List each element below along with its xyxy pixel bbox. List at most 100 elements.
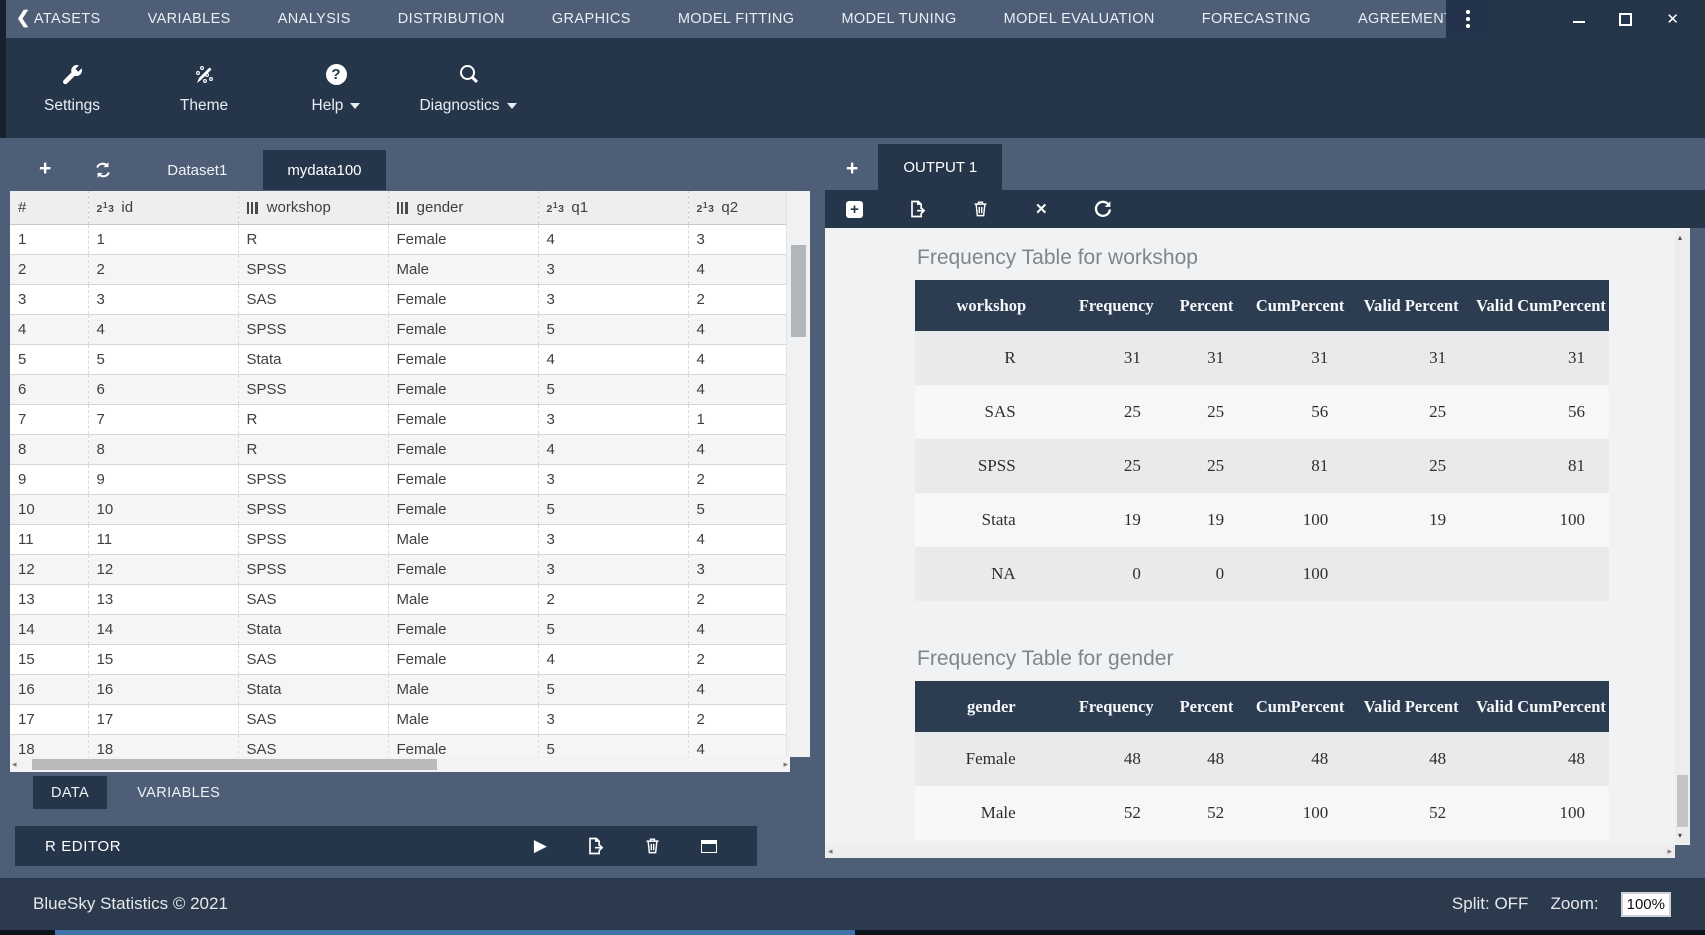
grid-cell[interactable]: 3 [688, 224, 786, 254]
grid-row[interactable]: 77RFemale31 [10, 404, 786, 434]
grid-row[interactable]: 11RFemale43 [10, 224, 786, 254]
delete-output-button[interactable] [971, 199, 991, 219]
grid-row[interactable]: 44SPSSFemale54 [10, 314, 786, 344]
grid-cell[interactable]: 4 [688, 434, 786, 464]
grid-cell[interactable]: 5 [538, 494, 688, 524]
grid-cell[interactable]: Female [388, 434, 538, 464]
menu-item-agreement[interactable]: AGREEMENT [1358, 11, 1453, 27]
grid-cell[interactable]: 1 [10, 224, 88, 254]
grid-cell[interactable]: 4 [688, 374, 786, 404]
close-button[interactable]: ✕ [1666, 12, 1679, 27]
help-button[interactable]: ? Help [270, 45, 402, 131]
grid-cell[interactable]: SPSS [238, 524, 388, 554]
grid-cell[interactable]: 16 [88, 674, 238, 704]
grid-cell[interactable]: 2 [88, 254, 238, 284]
tab-variables[interactable]: VARIABLES [119, 776, 238, 809]
grid-cell[interactable]: 5 [688, 494, 786, 524]
grid-cell[interactable]: Stata [238, 614, 388, 644]
grid-horizontal-scrollbar[interactable]: ◂ ▸ [10, 757, 790, 772]
grid-cell[interactable]: Female [388, 344, 538, 374]
scroll-right-icon[interactable]: ▸ [1667, 847, 1672, 856]
grid-cell[interactable]: 6 [88, 374, 238, 404]
grid-cell[interactable]: 2 [10, 254, 88, 284]
grid-cell[interactable]: 1 [88, 224, 238, 254]
grid-cell[interactable]: SPSS [238, 314, 388, 344]
grid-cell[interactable]: 7 [88, 404, 238, 434]
grid-cell[interactable]: 7 [10, 404, 88, 434]
grid-cell[interactable]: 3 [88, 284, 238, 314]
grid-cell[interactable]: 4 [10, 314, 88, 344]
grid-cell[interactable]: 4 [688, 674, 786, 704]
grid-column-header-q1[interactable]: 213q1 [538, 191, 688, 224]
grid-row[interactable]: 1616StataMale54 [10, 674, 786, 704]
grid-cell[interactable]: Female [388, 614, 538, 644]
grid-cell[interactable]: SAS [238, 284, 388, 314]
grid-cell[interactable]: 2 [538, 584, 688, 614]
grid-cell[interactable]: 2 [688, 284, 786, 314]
grid-cell[interactable]: 14 [10, 614, 88, 644]
grid-cell[interactable]: 4 [688, 314, 786, 344]
grid-cell[interactable]: 5 [538, 734, 688, 757]
scroll-right-icon[interactable]: ▸ [783, 760, 788, 769]
settings-button[interactable]: Settings [6, 45, 138, 131]
scrollbar-thumb[interactable] [1677, 775, 1688, 827]
overflow-menu-button[interactable] [1446, 0, 1490, 38]
close-output-button[interactable]: ✕ [1035, 200, 1048, 218]
grid-cell[interactable]: 4 [688, 524, 786, 554]
grid-cell[interactable]: 3 [688, 554, 786, 584]
grid-cell[interactable]: 4 [538, 224, 688, 254]
grid-cell[interactable]: 8 [10, 434, 88, 464]
grid-cell[interactable]: 9 [10, 464, 88, 494]
add-dataset-button[interactable]: + [39, 160, 51, 178]
grid-cell[interactable]: 13 [10, 584, 88, 614]
grid-cell[interactable]: Female [388, 464, 538, 494]
grid-cell[interactable]: SPSS [238, 374, 388, 404]
grid-row[interactable]: 1111SPSSMale34 [10, 524, 786, 554]
grid-cell[interactable]: 18 [88, 734, 238, 757]
grid-row[interactable]: 55StataFemale44 [10, 344, 786, 374]
grid-cell[interactable]: 5 [538, 374, 688, 404]
grid-row[interactable]: 88RFemale44 [10, 434, 786, 464]
grid-column-header-id[interactable]: 213id [88, 191, 238, 224]
grid-cell[interactable]: SAS [238, 704, 388, 734]
grid-cell[interactable]: 3 [538, 284, 688, 314]
grid-cell[interactable]: 1 [688, 404, 786, 434]
menu-item-variables[interactable]: VARIABLES [148, 11, 231, 27]
grid-cell[interactable]: 2 [688, 464, 786, 494]
grid-cell[interactable]: 18 [10, 734, 88, 757]
grid-cell[interactable]: SPSS [238, 464, 388, 494]
grid-cell[interactable]: 5 [538, 614, 688, 644]
grid-cell[interactable]: 8 [88, 434, 238, 464]
grid-cell[interactable]: SAS [238, 644, 388, 674]
grid-cell[interactable]: SAS [238, 584, 388, 614]
grid-cell[interactable]: 3 [538, 254, 688, 284]
open-window-button[interactable] [701, 840, 717, 853]
menu-item-forecasting[interactable]: FORECASTING [1202, 11, 1311, 27]
grid-cell[interactable]: 17 [10, 704, 88, 734]
grid-cell[interactable]: 5 [538, 674, 688, 704]
grid-cell[interactable]: Male [388, 704, 538, 734]
grid-cell[interactable]: 10 [10, 494, 88, 524]
menu-item-distribution[interactable]: DISTRIBUTION [398, 11, 505, 27]
grid-cell[interactable]: Male [388, 674, 538, 704]
grid-cell[interactable]: 4 [688, 254, 786, 284]
grid-cell[interactable]: 17 [88, 704, 238, 734]
menu-scroll-left-icon[interactable]: ❮ [16, 8, 30, 28]
grid-cell[interactable]: Female [388, 374, 538, 404]
grid-cell[interactable]: 3 [538, 404, 688, 434]
grid-cell[interactable]: R [238, 224, 388, 254]
scroll-down-icon[interactable]: ▾ [1678, 831, 1682, 840]
grid-cell[interactable]: SPSS [238, 554, 388, 584]
grid-cell[interactable]: 4 [538, 434, 688, 464]
menu-item-model-tuning[interactable]: MODEL TUNING [841, 11, 956, 27]
grid-cell[interactable]: 15 [88, 644, 238, 674]
grid-row[interactable]: 1414StataFemale54 [10, 614, 786, 644]
tab-dataset1[interactable]: Dataset1 [143, 150, 251, 190]
grid-cell[interactable]: 4 [538, 344, 688, 374]
grid-row[interactable]: 66SPSSFemale54 [10, 374, 786, 404]
grid-cell[interactable]: 3 [538, 524, 688, 554]
grid-cell[interactable]: 15 [10, 644, 88, 674]
tab-data[interactable]: DATA [33, 776, 107, 809]
grid-cell[interactable]: 3 [538, 464, 688, 494]
grid-cell[interactable]: Female [388, 734, 538, 757]
